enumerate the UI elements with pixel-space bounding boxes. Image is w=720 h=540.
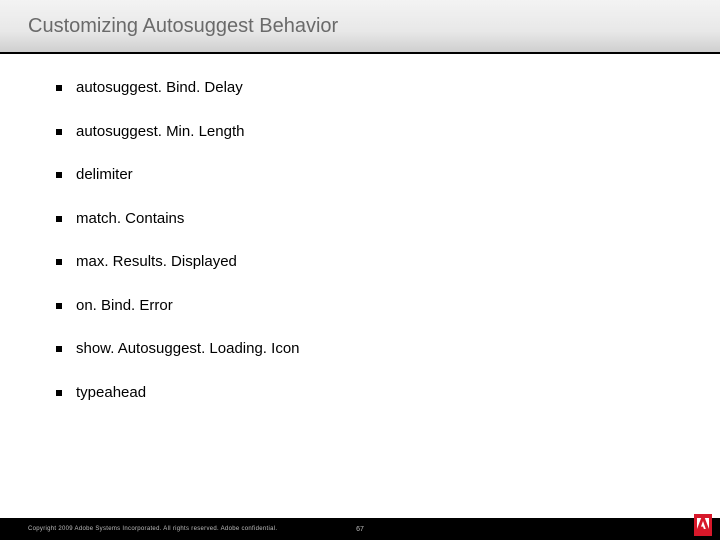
slide-footer: Copyright 2009 Adobe Systems Incorporate… (0, 518, 720, 540)
bullet-icon (56, 303, 62, 309)
bullet-label: max. Results. Displayed (76, 252, 237, 272)
bullet-label: autosuggest. Bind. Delay (76, 78, 243, 98)
list-item: on. Bind. Error (56, 296, 720, 316)
page-number: 67 (356, 526, 364, 533)
bullet-icon (56, 216, 62, 222)
copyright-text: Copyright 2009 Adobe Systems Incorporate… (28, 526, 277, 532)
list-item: delimiter (56, 165, 720, 185)
bullet-icon (56, 259, 62, 265)
list-item: autosuggest. Bind. Delay (56, 78, 720, 98)
bullet-icon (56, 129, 62, 135)
list-item: autosuggest. Min. Length (56, 122, 720, 142)
bullet-label: autosuggest. Min. Length (76, 122, 244, 142)
slide-header: Customizing Autosuggest Behavior (0, 0, 720, 54)
list-item: match. Contains (56, 209, 720, 229)
bullet-label: on. Bind. Error (76, 296, 173, 316)
bullet-icon (56, 172, 62, 178)
bullet-label: match. Contains (76, 209, 184, 229)
bullet-icon (56, 390, 62, 396)
list-item: typeahead (56, 383, 720, 403)
slide-body: autosuggest. Bind. Delay autosuggest. Mi… (0, 54, 720, 402)
adobe-logo-icon (694, 514, 712, 536)
bullet-icon (56, 85, 62, 91)
bullet-label: show. Autosuggest. Loading. Icon (76, 339, 300, 359)
list-item: show. Autosuggest. Loading. Icon (56, 339, 720, 359)
bullet-icon (56, 346, 62, 352)
slide-title: Customizing Autosuggest Behavior (28, 15, 338, 38)
bullet-label: typeahead (76, 383, 146, 403)
list-item: max. Results. Displayed (56, 252, 720, 272)
bullet-label: delimiter (76, 165, 133, 185)
